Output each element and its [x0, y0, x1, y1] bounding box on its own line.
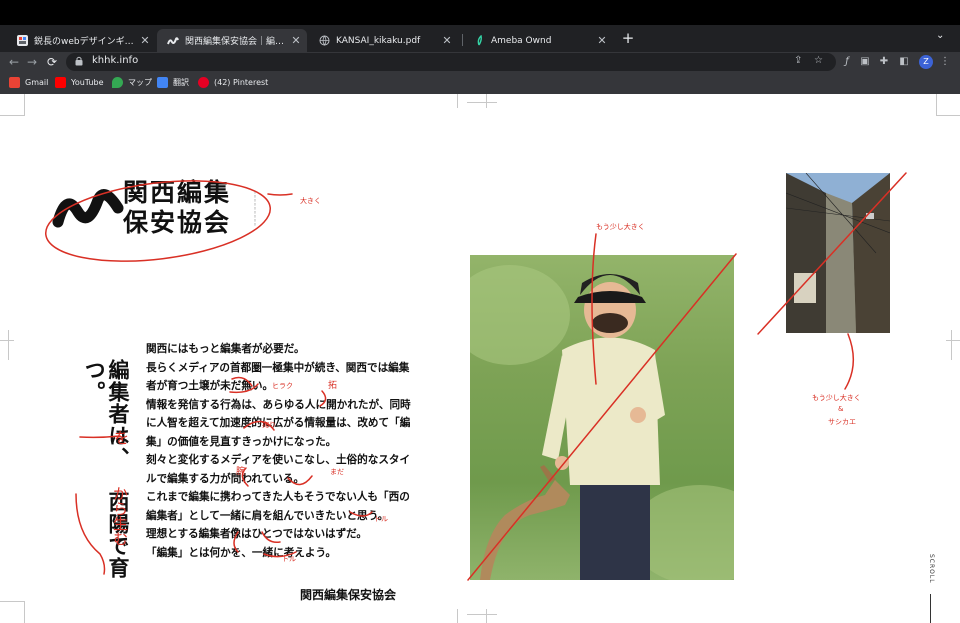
close-icon[interactable]: ✕ — [138, 34, 152, 47]
screen-top-bar — [0, 0, 960, 25]
tab-title: 鋭長のwebデザインギャラリー・サ — [34, 37, 138, 47]
proof-note: もう少し大きく — [812, 394, 861, 402]
tab-ameba[interactable]: Ameba Ownd ✕ — [463, 29, 613, 52]
translate-icon — [157, 77, 168, 88]
gmail-icon — [9, 77, 20, 88]
web-page: 関西編集 保安協会 ▯▯▯▯▯▯▯▯▯ 編集者は、 西陽で育つ。 関西にはもっと… — [0, 94, 960, 623]
bookmark-pinterest[interactable]: (42) Pinterest — [198, 77, 268, 88]
bookmark-gmail[interactable]: Gmail — [9, 77, 48, 88]
bookmark-label: (42) Pinterest — [214, 78, 269, 87]
menu-kebab-icon[interactable]: ⋮ — [938, 55, 952, 69]
proof-note: ヒラク — [272, 382, 293, 390]
browser-toolbar: ← → ⟳ khhk.info ⇪ ☆ ƒ ▣ ✚ ◧ Z ⋮ — [0, 52, 960, 72]
bookmark-youtube[interactable]: YouTube — [55, 77, 104, 88]
globe-icon — [318, 35, 330, 47]
proof-note: を — [114, 429, 130, 447]
bookmark-label: 翻訳 — [173, 78, 189, 87]
share-icon[interactable]: ⇪ — [794, 55, 802, 66]
tab-strip: 鋭長のwebデザインギャラリー・サ ✕ 関西編集保安協会｜編集者を、西陽 ✕ K… — [0, 25, 960, 52]
font-extension-icon[interactable]: ƒ — [840, 55, 854, 69]
tab-gallery[interactable]: 鋭長のwebデザインギャラリー・サ ✕ — [6, 29, 156, 52]
back-arrow-icon[interactable]: ← — [6, 54, 22, 70]
address-bar[interactable]: khhk.info ⇪ ☆ — [66, 53, 836, 71]
bookmark-star-icon[interactable]: ☆ — [814, 55, 823, 66]
close-icon[interactable]: ✕ — [440, 34, 454, 47]
tab-title: 関西編集保安協会｜編集者を、西陽 — [185, 37, 289, 47]
pinterest-icon — [198, 77, 209, 88]
reload-icon[interactable]: ⟳ — [44, 54, 60, 70]
maps-pin-icon — [112, 77, 123, 88]
tab-pdf[interactable]: KANSAI_kikaku.pdf ✕ — [308, 29, 458, 52]
bookmark-label: YouTube — [71, 78, 104, 87]
lock-icon — [75, 56, 83, 66]
tab-search-button[interactable]: ⌄ — [936, 30, 944, 41]
red-proof-marks — [44, 172, 907, 581]
bookmark-label: マップ — [128, 78, 152, 87]
proof-note: サシカエ — [828, 418, 856, 426]
proof-note: 拓 — [328, 381, 338, 391]
tab-title: Ameba Ownd — [491, 35, 552, 46]
bookmark-translate[interactable]: 翻訳 — [157, 77, 189, 88]
profile-avatar[interactable]: Z — [919, 55, 933, 69]
extensions-puzzle-icon[interactable]: ✚ — [877, 55, 891, 69]
proof-note: から生む — [111, 486, 129, 546]
proof-note: トル — [374, 515, 388, 523]
proof-note: 大きく — [300, 197, 321, 205]
tab-title: KANSAI_kikaku.pdf — [336, 35, 421, 46]
bookmark-maps[interactable]: マップ — [112, 77, 152, 88]
forward-arrow-icon[interactable]: → — [24, 54, 40, 70]
ameba-favicon-icon — [473, 35, 485, 47]
scroll-indicator-label[interactable]: SCROLL — [928, 554, 935, 584]
proof-note: 掬り — [262, 421, 276, 429]
close-icon[interactable]: ✕ — [595, 34, 609, 47]
gallery-favicon-icon — [16, 35, 28, 47]
proof-note: 腕 — [236, 467, 246, 477]
proof-note: トル — [282, 555, 296, 563]
proof-note: まだ — [330, 468, 344, 476]
scroll-indicator-line — [930, 594, 931, 623]
camera-extension-icon[interactable]: ▣ — [858, 55, 872, 69]
new-tab-button[interactable]: + — [619, 29, 637, 47]
side-panel-icon[interactable]: ◧ — [897, 55, 911, 69]
bookmarks-bar: Gmail YouTube マップ 翻訳 (42) Pinterest — [0, 72, 960, 94]
tab-kansai-editors[interactable]: 関西編集保安協会｜編集者を、西陽 ✕ — [157, 29, 307, 52]
url-text: khhk.info — [92, 55, 139, 66]
youtube-icon — [55, 77, 66, 88]
proof-note: もう少し大きく — [596, 223, 645, 231]
close-icon[interactable]: ✕ — [289, 34, 303, 47]
proof-note: & — [838, 405, 844, 413]
site-logo-favicon-icon — [167, 35, 179, 47]
bookmark-label: Gmail — [25, 78, 49, 87]
